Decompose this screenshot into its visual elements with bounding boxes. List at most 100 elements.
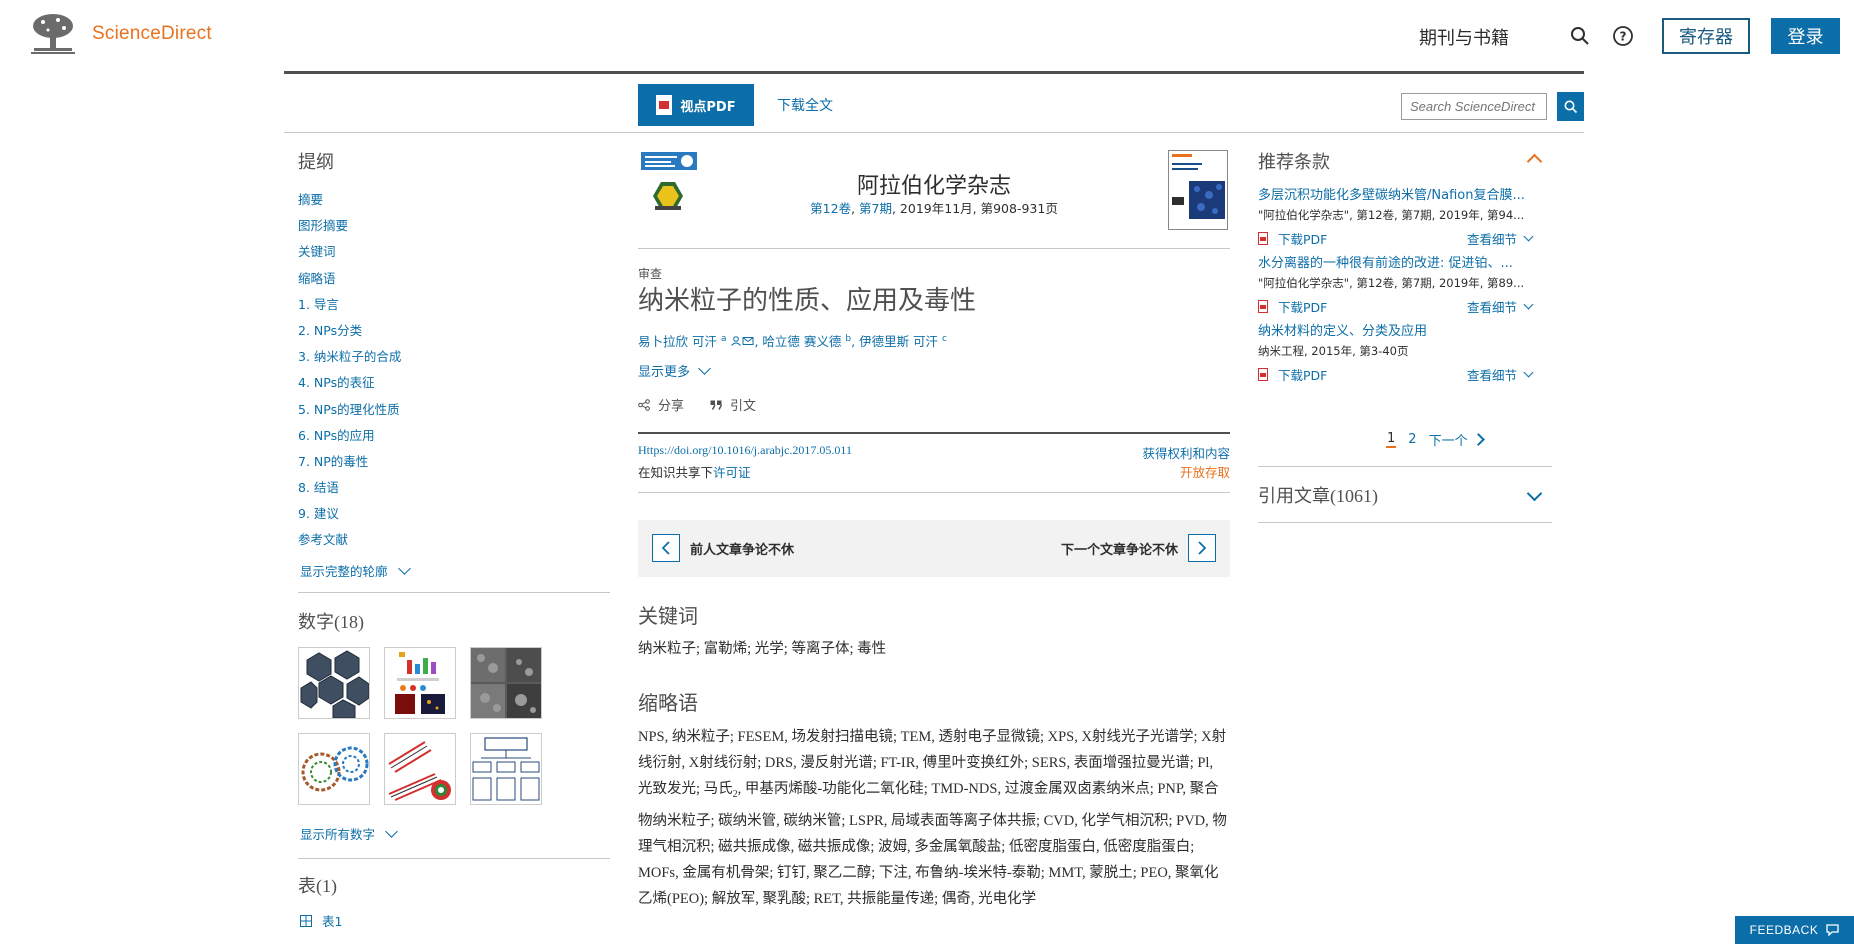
- outline-item[interactable]: 3. 纳米粒子的合成: [298, 344, 401, 370]
- feedback-label: FEEDBACK: [1749, 923, 1819, 937]
- figure-thumbnail[interactable]: [384, 733, 456, 805]
- page-1-link[interactable]: 1: [1386, 431, 1397, 448]
- rights-content-link[interactable]: 获得权利和内容: [1142, 443, 1230, 462]
- outline-item[interactable]: 图形摘要: [298, 213, 401, 239]
- chat-bubble-icon: [1826, 924, 1839, 936]
- download-pdf-link[interactable]: 下载PDF: [1258, 229, 1327, 248]
- view-details-link[interactable]: 查看细节: [1467, 297, 1534, 316]
- cite-button[interactable]: 引文: [710, 395, 756, 414]
- share-button[interactable]: 分享: [638, 395, 684, 414]
- cited-by-title[interactable]: 引用文章(1061): [1258, 482, 1378, 508]
- outline-item[interactable]: 缩略语: [298, 266, 401, 292]
- show-all-figures-link[interactable]: 显示所有数字: [300, 824, 398, 843]
- download-pdf-link[interactable]: 下载PDF: [1258, 365, 1327, 384]
- chevron-up-icon[interactable]: [1526, 153, 1543, 170]
- download-full-text-link[interactable]: 下载全文: [777, 95, 833, 115]
- outline-item[interactable]: 关键词: [298, 239, 401, 265]
- view-details-link[interactable]: 查看细节: [1467, 229, 1534, 248]
- journals-books-link[interactable]: 期刊与书籍: [1419, 24, 1509, 50]
- outline-item[interactable]: 6. NPs的应用: [298, 423, 401, 449]
- previous-article-button[interactable]: [652, 534, 680, 562]
- right-divider: [1258, 522, 1552, 523]
- license-prefix: 在知识共享下: [638, 465, 714, 480]
- figures-title: 数字(18): [298, 612, 364, 632]
- figure-thumbnails: [298, 647, 558, 805]
- recommended-title-link[interactable]: 纳米材料的定义、分类及应用: [1258, 320, 1552, 339]
- quote-icon: [710, 400, 722, 410]
- table-1-link[interactable]: 表1: [300, 911, 342, 930]
- site-header: ScienceDirect 期刊与书籍 ? 寄存器 登录: [0, 0, 1854, 72]
- doi-link[interactable]: Https://doi.org/10.1016/j.arabjc.2017.05…: [638, 443, 852, 458]
- figure-thumbnail[interactable]: [470, 647, 542, 719]
- share-label: 分享: [658, 399, 685, 414]
- search-icon[interactable]: [1570, 26, 1590, 46]
- outline-item[interactable]: 2. NPs分类: [298, 318, 401, 344]
- next-page-link[interactable]: 下一个: [1429, 430, 1485, 449]
- view-details-link[interactable]: 查看细节: [1467, 365, 1534, 384]
- outline-item[interactable]: 4. NPs的表征: [298, 370, 401, 396]
- previous-article-link[interactable]: 前人文章争论不休: [690, 539, 794, 558]
- abbreviations-part: , 甲基丙烯酸-功能化二氧化硅; TMD-NDS, 过渡金属双卤素纳米点; PN…: [638, 781, 1227, 907]
- recommended-title-link[interactable]: 水分离器的一种很有前途的改进: 促进铂、...: [1258, 252, 1552, 271]
- recommended-item: 水分离器的一种很有前途的改进: 促进铂、... "阿拉伯化学杂志", 第12卷,…: [1258, 252, 1552, 315]
- nanotube-figure-icon: [385, 734, 455, 804]
- outline-item[interactable]: 7. NP的毒性: [298, 449, 401, 475]
- keywords-text: 纳米粒子; 富勒烯; 光学; 等离子体; 毒性: [638, 641, 887, 657]
- search-input[interactable]: [1401, 93, 1547, 120]
- recommended-title: 推荐条款: [1258, 152, 1330, 172]
- page-2-link[interactable]: 2: [1408, 432, 1416, 447]
- right-divider: [1258, 466, 1552, 467]
- license-link[interactable]: 许可证: [713, 465, 751, 480]
- outline-item[interactable]: 摘要: [298, 187, 401, 213]
- figure-thumbnail[interactable]: [298, 647, 370, 719]
- chevron-down-icon: [698, 362, 711, 375]
- recommended-item: 纳米材料的定义、分类及应用 纳米工程, 2015年, 第3-40页 下载PDF …: [1258, 320, 1552, 383]
- view-pdf-button[interactable]: 视点PDF: [638, 84, 754, 126]
- chevron-down-icon[interactable]: [1526, 485, 1543, 502]
- affiliation-superscript: a: [720, 333, 727, 344]
- feedback-button[interactable]: FEEDBACK: [1735, 916, 1854, 944]
- show-more-button[interactable]: 显示更多: [638, 361, 711, 380]
- figure-thumbnail[interactable]: [384, 647, 456, 719]
- author-link[interactable]: 伊德里斯 可汗 c: [859, 334, 947, 349]
- issue-link[interactable]: 第7期: [859, 201, 892, 216]
- person-icon[interactable]: [730, 336, 742, 346]
- outline-item[interactable]: 5. NPs的理化性质: [298, 397, 401, 423]
- chart-figure-icon: [385, 648, 455, 718]
- search-button[interactable]: [1557, 92, 1584, 121]
- figure-thumbnail[interactable]: [298, 733, 370, 805]
- author-link[interactable]: 易卜拉欣 可汗 a: [638, 334, 726, 349]
- volume-link[interactable]: 第12卷: [810, 201, 851, 216]
- author-name: 哈立德 赛义德: [762, 334, 842, 349]
- cite-label: 引文: [730, 399, 757, 414]
- sciencedirect-logo[interactable]: ScienceDirect: [28, 12, 212, 56]
- author-link[interactable]: 哈立德 赛义德 b: [762, 334, 851, 349]
- download-pdf-link[interactable]: 下载PDF: [1258, 297, 1327, 316]
- open-access-badge: 开放存取: [1179, 465, 1230, 480]
- next-article-button[interactable]: [1188, 534, 1216, 562]
- table-1-label: 表1: [322, 914, 343, 929]
- login-button[interactable]: 登录: [1771, 18, 1840, 54]
- recommended-source: "阿拉伯化学杂志", 第12卷, 第7期, 2019年, 第89...: [1258, 276, 1525, 290]
- chevron-down-icon: [397, 562, 411, 575]
- figure-thumbnail[interactable]: [470, 733, 542, 805]
- recommended-pagination: 1 2 下一个: [1386, 430, 1485, 449]
- header-divider: [284, 71, 1584, 74]
- show-full-outline-link[interactable]: 显示完整的轮廓: [300, 561, 411, 580]
- outline-item[interactable]: 1. 导言: [298, 292, 401, 318]
- journal-title-link[interactable]: 阿拉伯化学杂志: [638, 168, 1230, 200]
- outline-item[interactable]: 8. 结语: [298, 475, 401, 501]
- next-article-link[interactable]: 下一个文章争论不休: [1061, 539, 1178, 558]
- journal-cover-image[interactable]: [1168, 150, 1228, 230]
- abbreviations-text: NPS, 纳米粒子; FESEM, 场发射扫描电镜; TEM, 透射电子显微镜;…: [638, 724, 1230, 912]
- register-button[interactable]: 寄存器: [1662, 18, 1750, 54]
- outline-item[interactable]: 9. 建议: [298, 501, 401, 527]
- toolbar-divider: [284, 132, 1584, 133]
- help-icon[interactable]: ?: [1612, 25, 1634, 47]
- recommended-title-link[interactable]: 多层沉积功能化多壁碳纳米管/Nafion复合膜...: [1258, 184, 1552, 203]
- journal-issue-info: 第12卷, 第7期, 2019年11月, 第908-931页: [810, 201, 1058, 216]
- elsevier-tree-icon: [28, 12, 78, 56]
- download-pdf-label: 下载PDF: [1278, 300, 1328, 315]
- outline-item[interactable]: 参考文献: [298, 527, 401, 553]
- email-icon[interactable]: [742, 336, 754, 346]
